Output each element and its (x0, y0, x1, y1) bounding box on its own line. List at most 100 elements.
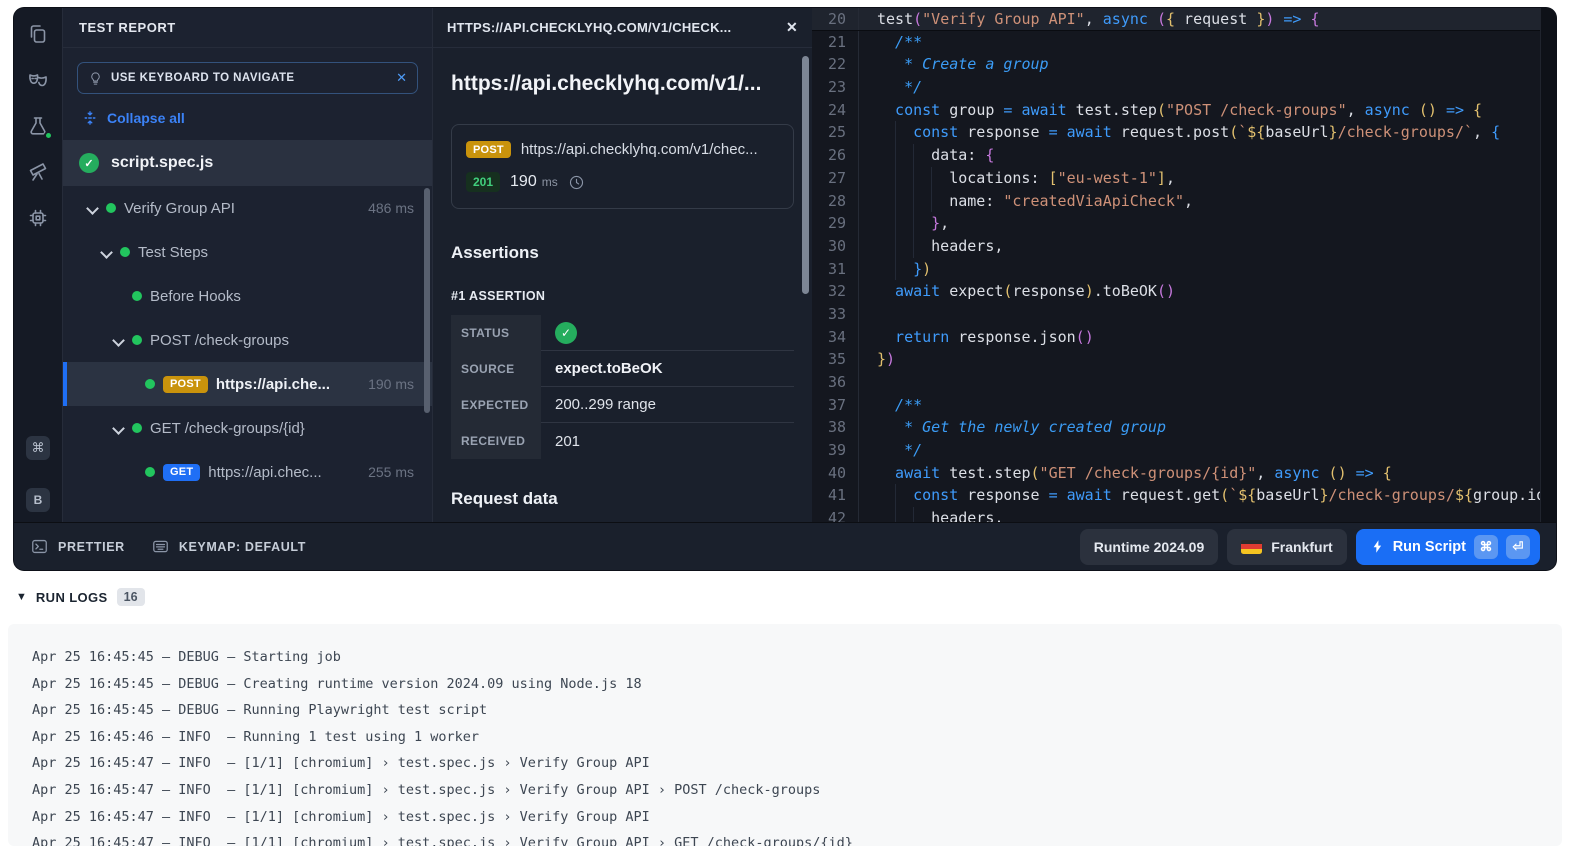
code-lines: 20test("Verify Group API", async ({ requ… (812, 8, 1556, 522)
tree-item[interactable]: Verify Group API486 ms (63, 186, 432, 230)
tree-item-label: https://api.che... (216, 376, 330, 393)
detail-scrollbar[interactable] (802, 56, 809, 294)
code-editor[interactable]: 20test("Verify Group API", async ({ requ… (812, 8, 1556, 522)
chevron-down-icon[interactable] (113, 423, 124, 434)
detail-tab-title: HTTPS://API.CHECKLYHQ.COM/V1/CHECK... (447, 20, 731, 35)
prettier-label: PRETTIER (58, 540, 125, 554)
code-line[interactable]: 23 */ (812, 76, 1556, 99)
editor-scrollbar-track[interactable] (1540, 8, 1556, 522)
code-line[interactable]: 28 name: "createdViaApiCheck", (812, 190, 1556, 213)
line-number: 21 (812, 31, 858, 54)
log-line: Apr 25 16:45:47 – INFO – [1/1] [chromium… (32, 777, 1562, 804)
code-line[interactable]: 36 (812, 371, 1556, 394)
lightbulb-icon (88, 71, 103, 86)
line-number: 40 (812, 462, 858, 485)
active-status-dot (44, 131, 53, 140)
search-input[interactable]: USE KEYBOARD TO NAVIGATE ✕ (77, 62, 418, 94)
line-number: 26 (812, 144, 858, 167)
enter-key-icon: ⏎ (1506, 535, 1530, 559)
tree-item[interactable]: Before Hooks (63, 274, 432, 318)
tree-item-duration: 255 ms (368, 464, 414, 480)
caret-down-icon: ▼ (16, 591, 27, 603)
code-line[interactable]: 26 data: { (812, 144, 1556, 167)
code-line[interactable]: 41 const response = await request.get(`$… (812, 484, 1556, 507)
collapse-all-label: Collapse all (107, 110, 185, 126)
code-line[interactable]: 30 headers, (812, 235, 1556, 258)
germany-flag-icon (1241, 540, 1262, 554)
tree-item[interactable]: Test Steps (63, 230, 432, 274)
runtime-label: Runtime 2024.09 (1094, 539, 1205, 555)
run-logs-header[interactable]: ▼ RUN LOGS 16 (16, 588, 145, 606)
line-number: 42 (812, 507, 858, 522)
log-line: Apr 25 16:45:46 – INFO – Running 1 test … (32, 724, 1562, 751)
code-line[interactable]: 24 const group = await test.step("POST /… (812, 99, 1556, 122)
spec-file-row[interactable]: ✓ script.spec.js (63, 140, 432, 186)
request-detail-panel: HTTPS://API.CHECKLYHQ.COM/V1/CHECK... ✕ … (432, 8, 812, 522)
code-line[interactable]: 29 }, (812, 212, 1556, 235)
line-number: 22 (812, 53, 858, 76)
clock-icon (568, 174, 585, 191)
code-line[interactable]: 34 return response.json() (812, 326, 1556, 349)
telescope-icon[interactable] (26, 160, 50, 184)
code-line[interactable]: 20test("Verify Group API", async ({ requ… (812, 8, 1556, 31)
code-line[interactable]: 27 locations: ["eu-west-1"], (812, 167, 1556, 190)
log-line: Apr 25 16:45:45 – DEBUG – Creating runti… (32, 671, 1562, 698)
pages-icon[interactable] (26, 22, 50, 46)
log-line: Apr 25 16:45:45 – DEBUG – Starting job (32, 644, 1562, 671)
code-line[interactable]: 33 (812, 303, 1556, 326)
request-url: https://api.checklyhq.com/v1/chec... (521, 141, 758, 158)
chevron-down-icon[interactable] (101, 247, 112, 258)
flask-icon[interactable] (26, 114, 50, 138)
tree-item[interactable]: GEThttps://api.chec...255 ms (63, 450, 432, 494)
request-data-heading: Request data (451, 489, 794, 509)
code-line[interactable]: 21 /** (812, 31, 1556, 54)
location-button[interactable]: Frankfurt (1227, 529, 1346, 565)
assertion-row-value: 200..299 range (541, 387, 794, 423)
search-placeholder: USE KEYBOARD TO NAVIGATE (111, 72, 388, 84)
run-logs-title: RUN LOGS (36, 590, 108, 605)
prettier-button[interactable]: PRETTIER (30, 537, 125, 556)
tree-item[interactable]: POSThttps://api.che...190 ms (63, 362, 432, 406)
tree-item[interactable]: GET /check-groups/{id} (63, 406, 432, 450)
code-line[interactable]: 40 await test.step("GET /check-groups/{i… (812, 462, 1556, 485)
line-number: 32 (812, 280, 858, 303)
tree-item[interactable]: POST /check-groups (63, 318, 432, 362)
code-line[interactable]: 38 * Get the newly created group (812, 416, 1556, 439)
tree-scrollbar[interactable] (424, 188, 430, 413)
request-url-title: https://api.checklyhq.com/v1/... (451, 72, 794, 96)
tree-item-label: https://api.chec... (208, 464, 321, 481)
line-number: 36 (812, 371, 858, 394)
response-time: 190 (510, 173, 537, 191)
clear-search-icon[interactable]: ✕ (396, 70, 407, 86)
code-line[interactable]: 42 headers, (812, 507, 1556, 522)
collapse-all-button[interactable]: Collapse all (77, 94, 418, 138)
method-badge: POST (466, 141, 511, 158)
line-number: 35 (812, 348, 858, 371)
code-line[interactable]: 37 /** (812, 394, 1556, 417)
line-number: 29 (812, 212, 858, 235)
chip-icon[interactable] (26, 206, 50, 230)
code-line[interactable]: 32 await expect(response).toBeOK() (812, 280, 1556, 303)
run-script-button[interactable]: Run Script ⌘ ⏎ (1356, 529, 1540, 565)
line-number: 20 (812, 8, 858, 30)
keymap-button[interactable]: KEYMAP: DEFAULT (151, 537, 306, 556)
code-line[interactable]: 22 * Create a group (812, 53, 1556, 76)
test-tree: Verify Group API486 msTest StepsBefore H… (63, 186, 432, 494)
status-dot (132, 291, 142, 301)
log-line: Apr 25 16:45:47 – INFO – [1/1] [chromium… (32, 804, 1562, 831)
status-dot (106, 203, 116, 213)
assertion-row-value: ✓ (541, 315, 794, 351)
chevron-down-icon[interactable] (87, 203, 98, 214)
code-line[interactable]: 39 */ (812, 439, 1556, 462)
chevron-down-icon[interactable] (113, 335, 124, 346)
masks-icon[interactable] (26, 68, 50, 92)
app-window: ⌘ B TEST REPORT USE KEYBOARD TO NAVIGATE… (14, 8, 1556, 570)
assertion-row-value: expect.toBeOK (541, 351, 794, 387)
code-line[interactable]: 25 const response = await request.post(`… (812, 121, 1556, 144)
code-line[interactable]: 35}) (812, 348, 1556, 371)
runtime-button[interactable]: Runtime 2024.09 (1080, 529, 1219, 565)
code-line[interactable]: 31 }) (812, 258, 1556, 281)
location-label: Frankfurt (1271, 539, 1332, 555)
tree-item-label: POST /check-groups (150, 332, 289, 349)
close-icon[interactable]: ✕ (786, 19, 798, 36)
